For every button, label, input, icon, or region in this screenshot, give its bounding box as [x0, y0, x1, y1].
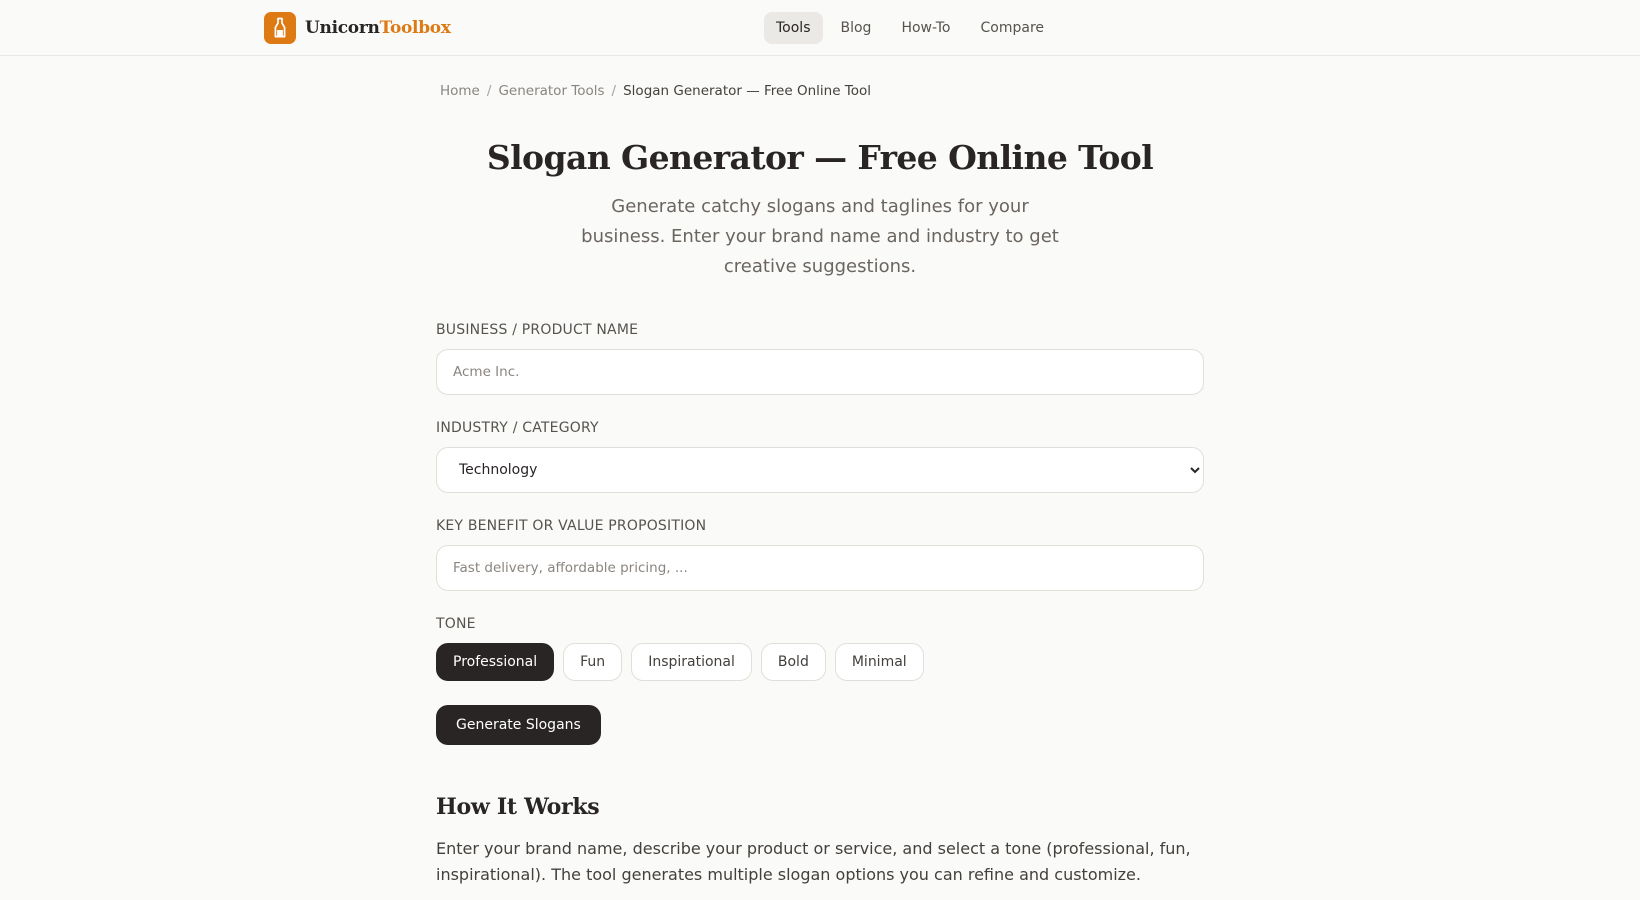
nav-item-compare[interactable]: Compare [969, 12, 1057, 44]
brand-name-part2: Toolbox [379, 18, 451, 38]
business-name-label: BUSINESS / PRODUCT NAME [436, 322, 639, 338]
breadcrumb-home-link[interactable]: Home [440, 83, 480, 99]
how-it-works-heading: How It Works [436, 794, 600, 820]
tone-label: TONE [436, 616, 476, 632]
industry-label: INDUSTRY / CATEGORY [436, 420, 599, 436]
main-nav: Tools Blog How-To Compare [764, 12, 1056, 44]
brand-name-part1: Unicorn [305, 18, 380, 38]
tone-option-bold[interactable]: Bold [760, 643, 826, 681]
breadcrumb-separator: / [486, 83, 492, 99]
breadcrumb-separator: / [611, 83, 617, 99]
tone-option-professional[interactable]: Professional [436, 643, 555, 681]
home-logo-link[interactable]: UnicornToolbox [264, 12, 451, 44]
business-name-input[interactable] [436, 349, 1204, 395]
nav-item-blog[interactable]: Blog [829, 12, 884, 44]
nav-item-how-to[interactable]: How-To [889, 12, 962, 44]
key-benefit-label: KEY BENEFIT OR VALUE PROPOSITION [436, 518, 707, 534]
page-subtitle: Generate catchy slogans and taglines for… [581, 196, 1059, 277]
page-title: Slogan Generator — Free Online Tool [486, 138, 1154, 177]
brand-name: UnicornToolbox [305, 18, 451, 38]
breadcrumb-current-page: Slogan Generator — Free Online Tool [623, 83, 872, 99]
generate-slogans-button[interactable]: Generate Slogans [436, 705, 601, 745]
tone-options: Professional Fun Inspirational Bold Mini… [436, 643, 924, 681]
top-navigation-bar: UnicornToolbox Tools Blog How-To Compare [0, 0, 1640, 56]
tone-option-fun[interactable]: Fun [563, 643, 623, 681]
nav-item-tools[interactable]: Tools [764, 12, 823, 44]
industry-select[interactable]: Technology [436, 447, 1204, 493]
breadcrumb: Home / Generator Tools / Slogan Generato… [440, 81, 871, 101]
key-benefit-input[interactable] [436, 545, 1204, 591]
bottle-icon [264, 12, 296, 44]
how-it-works-text: Enter your brand name, describe your pro… [436, 839, 1191, 884]
tone-option-minimal[interactable]: Minimal [834, 643, 924, 681]
tone-option-inspirational[interactable]: Inspirational [631, 643, 752, 681]
breadcrumb-generator-tools-link[interactable]: Generator Tools [498, 83, 604, 99]
